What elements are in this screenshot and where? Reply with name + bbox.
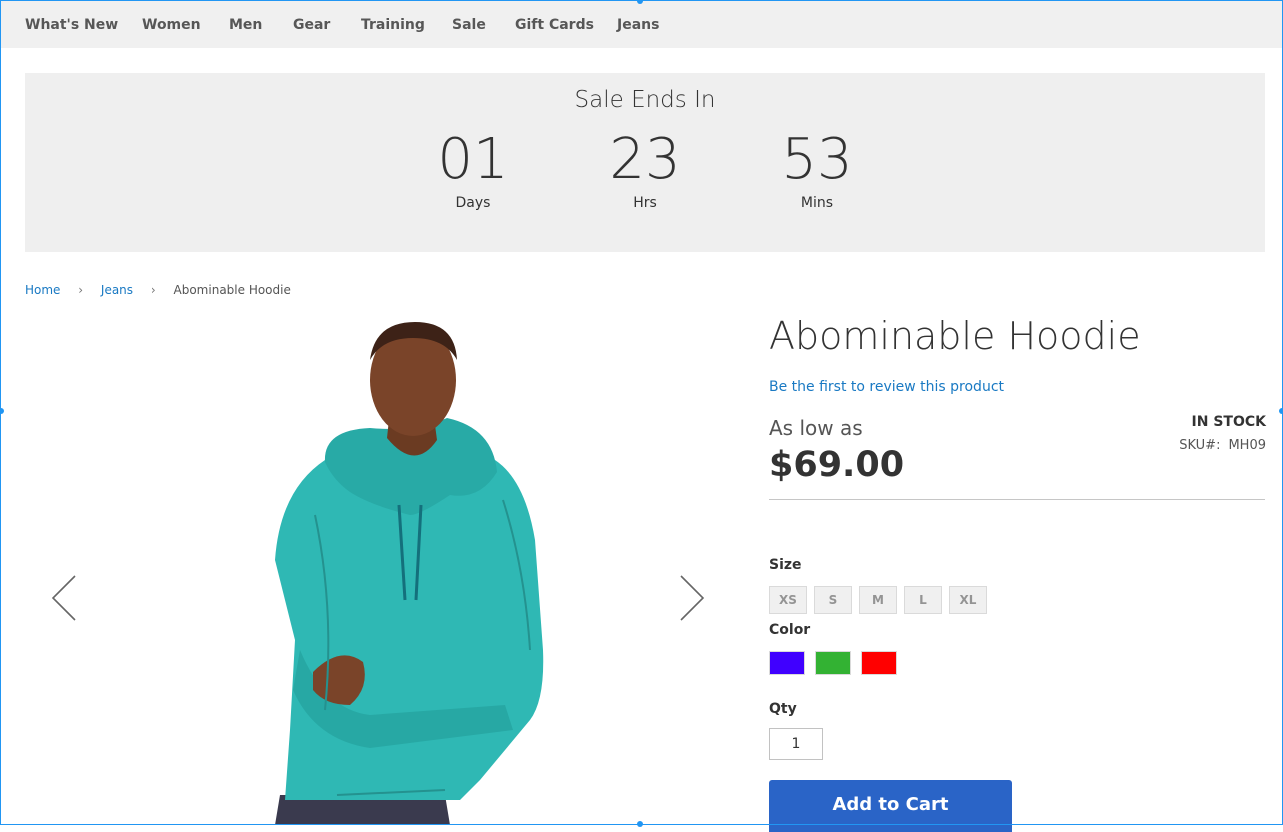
qty-label: Qty xyxy=(769,701,797,717)
countdown-minutes-value: 53 xyxy=(781,127,853,192)
qty-input[interactable] xyxy=(769,728,823,760)
product-price: $69.00 xyxy=(769,445,905,485)
breadcrumb-separator-icon: › xyxy=(78,283,84,297)
nav-item-gear[interactable]: Gear xyxy=(293,17,330,33)
nav-item-sale[interactable]: Sale xyxy=(452,17,486,33)
size-swatches: XS S M L XL xyxy=(769,586,987,614)
countdown-hours-label: Hrs xyxy=(633,195,657,211)
chevron-left-icon xyxy=(51,575,76,621)
color-label: Color xyxy=(769,622,811,638)
size-swatch-s[interactable]: S xyxy=(814,586,852,614)
nav-item-men[interactable]: Men xyxy=(229,17,262,33)
product-gallery xyxy=(25,310,725,825)
sku-info: SKU#: MH09 xyxy=(1179,438,1266,453)
nav-item-jeans[interactable]: Jeans xyxy=(617,17,659,33)
size-label: Size xyxy=(769,557,802,573)
resize-handle-bottom[interactable] xyxy=(637,821,643,827)
countdown-days: 01 Days xyxy=(413,125,533,211)
countdown-hours-value: 23 xyxy=(609,127,681,192)
breadcrumb-home-link[interactable]: Home xyxy=(25,283,60,297)
breadcrumb: Home › Jeans › Abominable Hoodie xyxy=(25,283,291,297)
size-swatch-m[interactable]: M xyxy=(859,586,897,614)
countdown-title: Sale Ends In xyxy=(574,87,716,113)
chevron-right-icon xyxy=(680,575,705,621)
countdown-days-value: 01 xyxy=(437,127,509,192)
product-title: Abominable Hoodie xyxy=(769,314,1141,358)
sku-value: MH09 xyxy=(1228,438,1266,453)
price-label: As low as xyxy=(769,416,863,440)
countdown-minutes-label: Mins xyxy=(800,195,834,211)
price-divider xyxy=(769,499,1265,500)
review-link[interactable]: Be the first to review this product xyxy=(769,379,1004,395)
nav-item-training[interactable]: Training xyxy=(361,17,425,33)
product-image xyxy=(275,322,544,825)
top-navigation: What's New Women Men Gear Training Sale … xyxy=(1,1,1282,48)
sku-label: SKU#: xyxy=(1179,438,1221,453)
size-swatch-xs[interactable]: XS xyxy=(769,586,807,614)
color-swatch-blue[interactable] xyxy=(769,651,805,675)
color-swatch-red[interactable] xyxy=(861,651,897,675)
countdown-days-label: Days xyxy=(455,195,491,211)
nav-item-whats-new[interactable]: What's New xyxy=(25,17,118,33)
breadcrumb-current: Abominable Hoodie xyxy=(173,283,291,297)
size-swatch-l[interactable]: L xyxy=(904,586,942,614)
countdown-minutes: 53 Mins xyxy=(757,125,877,211)
gallery-next-arrow[interactable] xyxy=(671,568,711,628)
size-swatch-xl[interactable]: XL xyxy=(949,586,987,614)
resize-handle-left[interactable] xyxy=(0,408,4,414)
breadcrumb-jeans-link[interactable]: Jeans xyxy=(101,283,133,297)
add-to-cart-button[interactable]: Add to Cart xyxy=(769,780,1012,832)
stock-status: IN STOCK xyxy=(1191,414,1266,430)
gallery-prev-arrow[interactable] xyxy=(47,568,87,628)
resize-handle-right[interactable] xyxy=(1279,408,1283,414)
color-swatch-green[interactable] xyxy=(815,651,851,675)
color-swatches xyxy=(769,651,897,675)
breadcrumb-separator-icon: › xyxy=(150,283,156,297)
nav-item-gift-cards[interactable]: Gift Cards xyxy=(515,17,594,33)
countdown-hours: 23 Hrs xyxy=(585,125,705,211)
nav-item-women[interactable]: Women xyxy=(142,17,201,33)
sale-countdown-banner: Sale Ends In 01 Days 23 Hrs 53 Mins xyxy=(25,73,1265,252)
